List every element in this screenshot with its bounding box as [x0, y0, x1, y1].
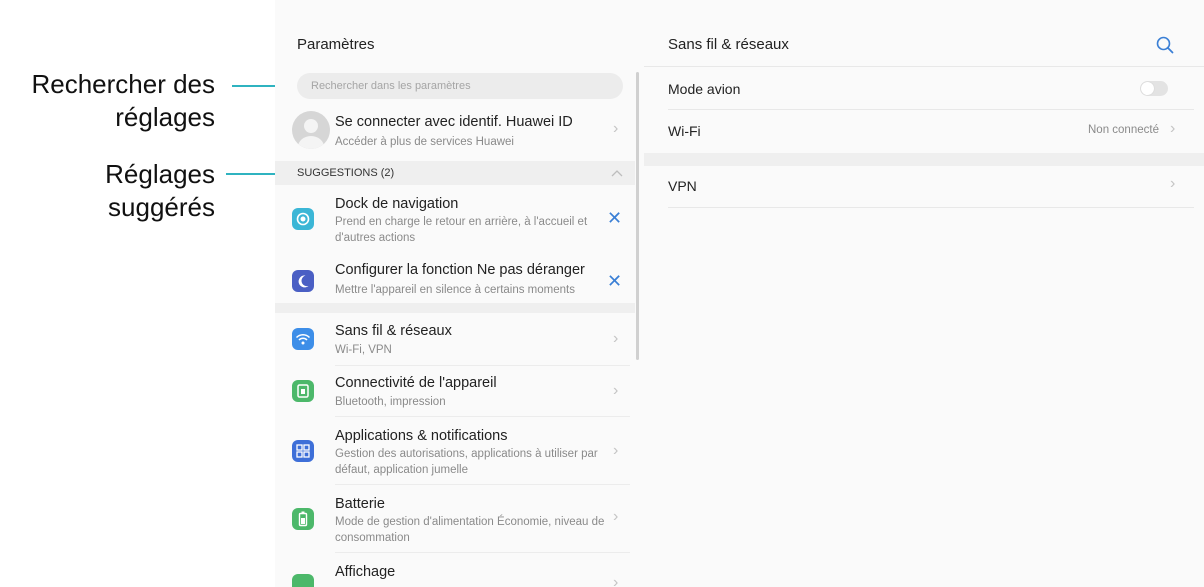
divider — [668, 109, 1194, 110]
chevron-right-icon: › — [613, 120, 619, 137]
detail-title: Sans fil & réseaux — [668, 36, 789, 53]
moon-icon — [292, 270, 314, 292]
divider — [335, 484, 630, 485]
chevron-right-icon: › — [613, 330, 619, 347]
section-divider — [644, 153, 1204, 166]
user-icon — [298, 119, 324, 149]
vpn-label: VPN — [668, 178, 697, 194]
avatar — [292, 111, 330, 149]
item-subtitle: Bluetooth, impression — [335, 396, 446, 408]
annotation-suggested-label: Réglages suggérés — [105, 158, 215, 224]
search-placeholder: Rechercher dans les paramètres — [311, 80, 471, 92]
airplane-mode-toggle[interactable] — [1140, 81, 1168, 96]
chevron-right-icon: › — [613, 574, 619, 587]
apps-grid-icon — [292, 440, 314, 462]
page-title: Paramètres — [297, 36, 375, 53]
item-title: Affichage — [335, 564, 396, 580]
scrollbar[interactable] — [636, 72, 639, 360]
dismiss-suggestion-close-icon[interactable]: ✕ — [607, 208, 622, 229]
wifi-status: Non connecté — [1088, 124, 1159, 136]
divider — [335, 552, 630, 553]
item-subtitle: Gestion des autorisations, applications … — [335, 448, 598, 476]
sidebar-item-display[interactable]: Affichage › — [275, 558, 635, 587]
navigation-dock-icon — [292, 208, 314, 230]
account-subtitle: Accéder à plus de services Huawei — [335, 136, 514, 148]
annotation-search-line1: Rechercher des — [31, 69, 215, 99]
suggestion-subtitle: Mettre l'appareil en silence à certains … — [335, 284, 575, 296]
chevron-right-icon: › — [613, 442, 619, 459]
item-title: Applications & notifications — [335, 428, 508, 444]
sidebar-item-wireless-networks[interactable]: Sans fil & réseaux Wi-Fi, VPN › — [275, 318, 635, 366]
item-title: Connectivité de l'appareil — [335, 375, 497, 391]
divider — [335, 365, 630, 366]
device-connectivity-icon — [292, 380, 314, 402]
suggestions-header[interactable]: SUGGESTIONS (2) — [275, 161, 635, 185]
section-divider — [275, 303, 635, 313]
suggestion-title: Dock de navigation — [335, 196, 459, 212]
account-title: Se connecter avec identif. Huawei ID — [335, 114, 573, 130]
sidebar-item-battery[interactable]: Batterie Mode de gestion d'alimentation … — [275, 490, 635, 550]
wireless-detail-panel: Sans fil & réseaux Mode avion Wi-Fi Non … — [644, 0, 1204, 587]
search-input[interactable]: Rechercher dans les paramètres — [297, 73, 623, 99]
divider — [668, 207, 1194, 208]
suggestion-item-navigation-dock[interactable]: Dock de navigation Prend en charge le re… — [275, 190, 635, 248]
battery-icon — [292, 508, 314, 530]
chevron-right-icon: › — [613, 382, 619, 399]
display-icon — [292, 574, 314, 587]
annotation-column: Rechercher des réglages Réglages suggéré… — [0, 0, 298, 587]
suggestion-subtitle: Prend en charge le retour en arrière, à … — [335, 216, 588, 244]
suggestion-item-do-not-disturb[interactable]: Configurer la fonction Ne pas déranger M… — [275, 256, 635, 302]
chevron-right-icon: › — [613, 508, 619, 525]
airplane-mode-label: Mode avion — [668, 81, 741, 97]
annotation-suggested-line1: Réglages — [105, 159, 215, 189]
chevron-up-icon[interactable] — [611, 169, 623, 177]
chevron-right-icon: › — [1170, 120, 1176, 137]
header-divider — [644, 66, 1204, 67]
annotation-search-label: Rechercher des réglages — [31, 68, 215, 134]
divider — [335, 416, 630, 417]
huawei-id-login-row[interactable]: Se connecter avec identif. Huawei ID Acc… — [275, 104, 635, 158]
wifi-icon — [292, 328, 314, 350]
sidebar-item-apps-notifications[interactable]: Applications & notifications Gestion des… — [275, 422, 635, 484]
sidebar-item-device-connectivity[interactable]: Connectivité de l'appareil Bluetooth, im… — [275, 370, 635, 418]
item-subtitle: Wi-Fi, VPN — [335, 344, 392, 356]
item-title: Batterie — [335, 496, 385, 512]
suggestion-title: Configurer la fonction Ne pas déranger — [335, 262, 585, 278]
item-subtitle: Mode de gestion d'alimentation Économie,… — [335, 516, 605, 544]
annotation-search-line2: réglages — [115, 102, 215, 132]
annotation-suggested-line2: suggérés — [108, 192, 215, 222]
search-icon[interactable] — [1154, 34, 1176, 56]
suggestions-header-label: SUGGESTIONS (2) — [297, 167, 395, 179]
item-title: Sans fil & réseaux — [335, 323, 452, 339]
settings-list-panel: Paramètres Rechercher dans les paramètre… — [275, 0, 644, 587]
chevron-right-icon: › — [1170, 175, 1176, 192]
wifi-label: Wi-Fi — [668, 123, 701, 139]
dismiss-suggestion-close-icon[interactable]: ✕ — [607, 271, 622, 292]
